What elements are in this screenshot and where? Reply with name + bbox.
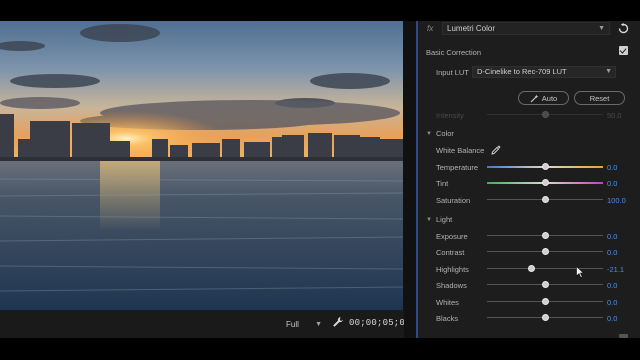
- whites-value[interactable]: 0.0: [607, 298, 617, 307]
- effect-dropdown[interactable]: Lumetri Color ▼: [442, 22, 610, 35]
- exposure-slider-knob[interactable]: [541, 232, 549, 239]
- blacks-label: Blacks: [436, 314, 459, 323]
- magic-wand-icon: [530, 94, 539, 102]
- intensity-value[interactable]: 50.0: [607, 111, 622, 120]
- light-section-header[interactable]: ▼ Light: [426, 215, 452, 224]
- exposure-slider[interactable]: [487, 232, 603, 240]
- blacks-slider-knob[interactable]: [541, 314, 549, 321]
- whites-slider-knob[interactable]: [541, 298, 549, 305]
- program-monitor: Full ▼ 00;00;05;00: [0, 21, 410, 338]
- basic-correction-enable-checkbox[interactable]: [619, 46, 628, 55]
- saturation-label: Saturation: [436, 196, 471, 205]
- tint-slider-knob[interactable]: [541, 179, 549, 186]
- video-frame[interactable]: [0, 21, 403, 310]
- letterbox-top: [0, 0, 640, 21]
- chevron-down-icon: ▼: [315, 320, 322, 328]
- mouse-cursor-icon: [576, 266, 584, 278]
- chevron-down-icon: ▼: [426, 131, 432, 137]
- temperature-slider[interactable]: [487, 163, 603, 171]
- intensity-label: Intensity: [436, 111, 464, 120]
- input-lut-label: Input LUT: [436, 68, 469, 77]
- contrast-slider-knob[interactable]: [541, 248, 549, 255]
- temperature-value[interactable]: 0.0: [607, 163, 617, 172]
- whites-slider[interactable]: [487, 298, 603, 306]
- sunset-city-waterfront-image: [0, 21, 403, 310]
- input-lut-value: D-Cinelike to Rec-709 LUT: [477, 67, 567, 76]
- shadows-slider[interactable]: [487, 281, 603, 289]
- reset-button-label: Reset: [589, 93, 610, 103]
- highlights-slider-knob[interactable]: [527, 265, 535, 272]
- tint-slider[interactable]: [487, 179, 603, 187]
- shadows-value[interactable]: 0.0: [607, 281, 617, 290]
- playback-resolution-value: Full: [286, 319, 299, 329]
- eyedropper-icon[interactable]: [491, 145, 501, 155]
- color-section-title: Color: [435, 129, 454, 138]
- chevron-down-icon: ▼: [598, 25, 605, 32]
- reset-button[interactable]: Reset: [574, 91, 625, 105]
- temperature-label: Temperature: [436, 163, 479, 172]
- light-section-title: Light: [435, 215, 453, 224]
- saturation-slider-knob[interactable]: [541, 196, 549, 203]
- temperature-slider-knob[interactable]: [541, 163, 549, 170]
- tint-label: Tint: [436, 179, 449, 188]
- contrast-slider[interactable]: [487, 248, 603, 256]
- highlights-slider-track: [487, 268, 603, 269]
- color-section-header[interactable]: ▼ Color: [426, 129, 454, 138]
- lumetri-color-panel: fx Lumetri Color ▼ Basic Correction Inpu…: [418, 21, 640, 338]
- whites-label: Whites: [436, 298, 459, 307]
- auto-button-label: Auto: [541, 93, 558, 103]
- intensity-slider[interactable]: [487, 111, 603, 119]
- intensity-slider-knob[interactable]: [541, 111, 549, 118]
- chevron-down-icon: ▼: [426, 217, 432, 223]
- shadows-slider-knob[interactable]: [541, 281, 549, 288]
- playback-resolution-dropdown[interactable]: Full ▼: [284, 317, 324, 331]
- shadows-label: Shadows: [436, 281, 467, 290]
- highlights-slider[interactable]: [487, 265, 603, 273]
- reset-icon[interactable]: [618, 23, 629, 34]
- input-lut-dropdown[interactable]: D-Cinelike to Rec-709 LUT ▼: [472, 66, 616, 78]
- blacks-value[interactable]: 0.0: [607, 314, 617, 323]
- exposure-value[interactable]: 0.0: [607, 232, 617, 241]
- highlights-label: Highlights: [436, 265, 469, 274]
- monitor-controls: Full ▼ 00;00;05;00: [0, 310, 410, 338]
- effect-name: Lumetri Color: [447, 24, 496, 33]
- basic-correction-header[interactable]: Basic Correction: [426, 48, 481, 57]
- tint-value[interactable]: 0.0: [607, 179, 617, 188]
- wrench-icon[interactable]: [332, 316, 344, 328]
- contrast-label: Contrast: [436, 248, 465, 257]
- contrast-value[interactable]: 0.0: [607, 248, 617, 257]
- fx-badge[interactable]: fx: [427, 24, 433, 33]
- letterbox-bottom: [0, 338, 640, 360]
- highlights-value[interactable]: -21.1: [607, 265, 624, 274]
- auto-button[interactable]: Auto: [518, 91, 569, 105]
- chevron-down-icon: ▼: [605, 68, 612, 75]
- saturation-slider[interactable]: [487, 196, 603, 204]
- blacks-slider[interactable]: [487, 314, 603, 322]
- saturation-value[interactable]: 100.0: [607, 196, 626, 205]
- timecode[interactable]: 00;00;05;00: [349, 318, 411, 328]
- white-balance-label: White Balance: [436, 146, 485, 155]
- exposure-label: Exposure: [436, 232, 468, 241]
